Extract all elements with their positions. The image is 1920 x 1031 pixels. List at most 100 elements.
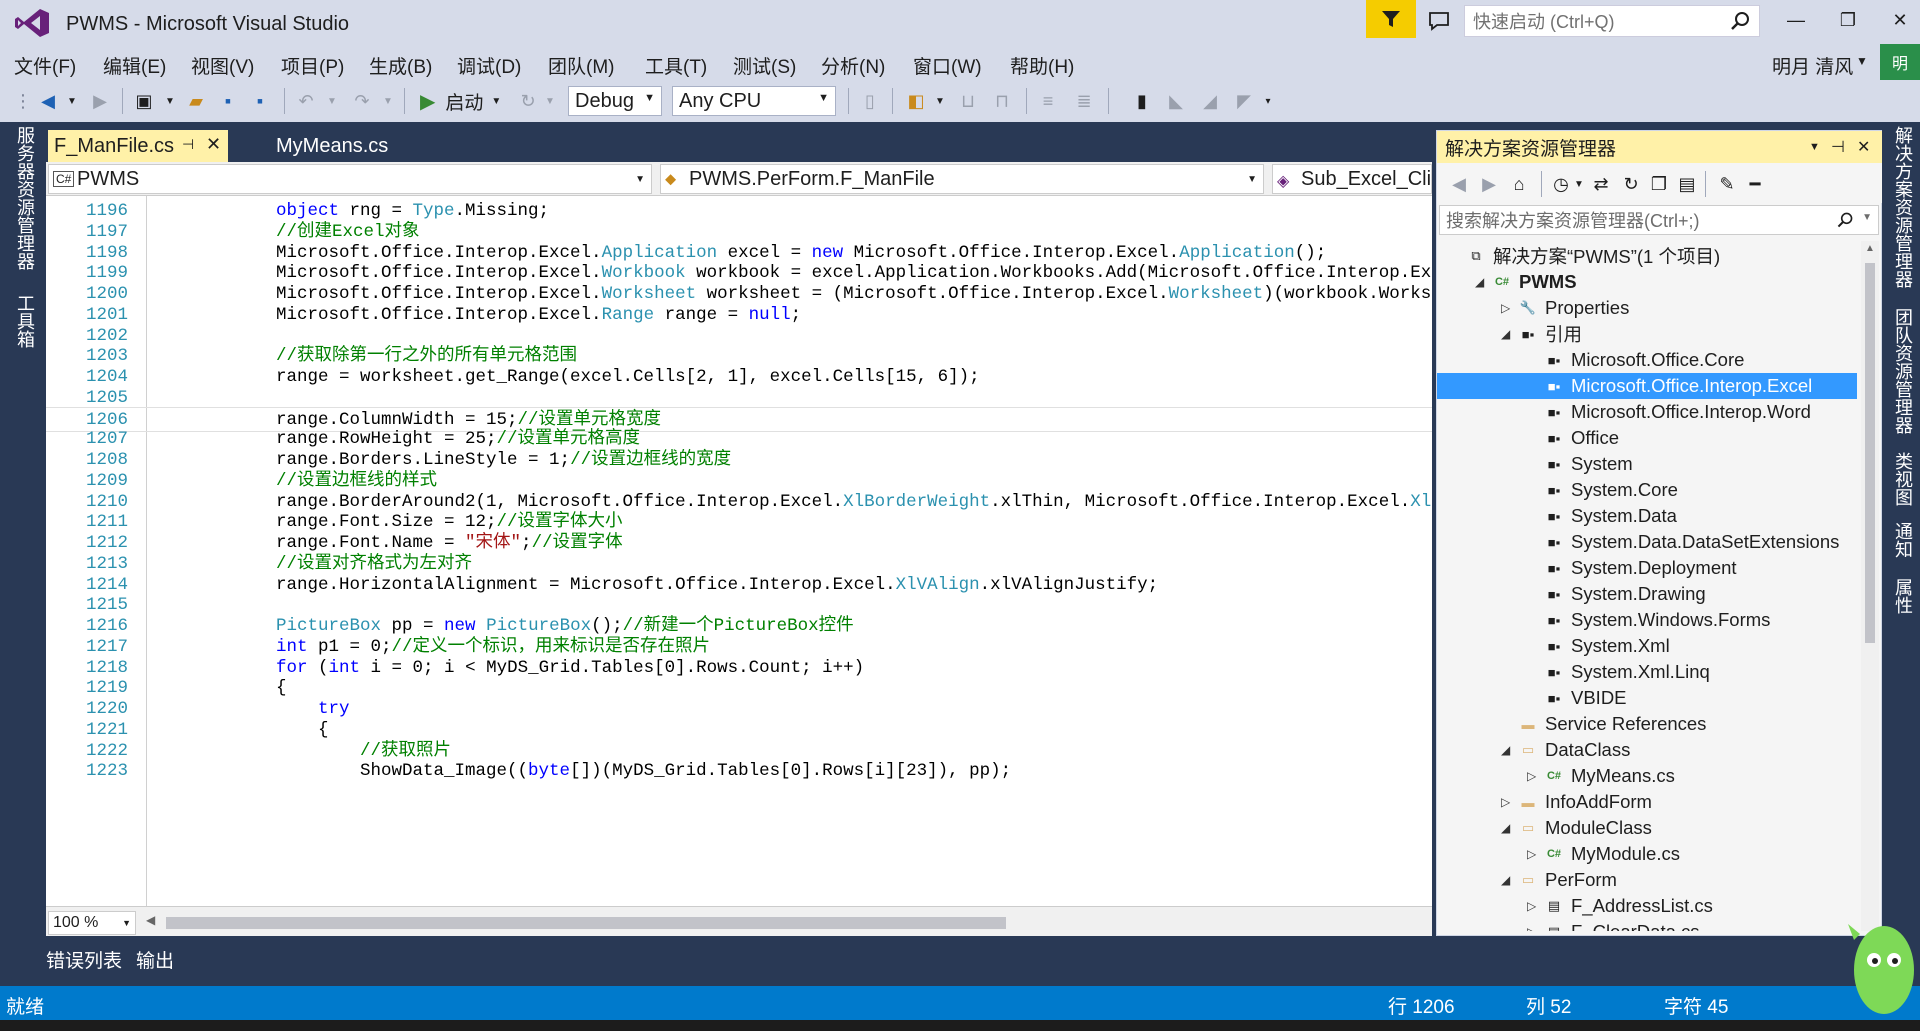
collapsed-arrow-icon[interactable]: ▷ <box>1501 795 1510 809</box>
menu-test[interactable]: 测试(S) <box>733 52 796 79</box>
sync-icon[interactable]: ◷ <box>1549 171 1573 197</box>
tree-item[interactable]: ▷ ▤ F_AddressList.cs <box>1437 893 1857 919</box>
zoom-dropdown[interactable]: 100 % ▼ <box>48 911 136 935</box>
avatar[interactable]: 明 <box>1880 44 1920 80</box>
undo-icon[interactable]: ↶ <box>294 88 318 114</box>
configuration-dropdown[interactable]: Debug ▼ <box>568 86 662 116</box>
vertical-scroll-thumb[interactable] <box>1865 263 1875 643</box>
close-icon[interactable]: ✕ <box>206 134 221 155</box>
refresh-icon[interactable]: ↻ <box>516 88 540 114</box>
feedback-button[interactable] <box>1424 6 1454 36</box>
notification-filter-button[interactable] <box>1366 0 1416 38</box>
menu-view[interactable]: 视图(V) <box>191 52 254 79</box>
tree-item[interactable]: ◢ ▭ PerForm <box>1437 867 1857 893</box>
chevron-down-icon[interactable]: ▼ <box>66 88 78 114</box>
expanded-arrow-icon[interactable]: ◢ <box>1501 327 1510 341</box>
server-explorer-tab[interactable]: 服务器资源管理器 <box>12 126 38 270</box>
pending-changes-icon[interactable]: ⇄ <box>1589 171 1613 197</box>
code-text[interactable]: ShowData_Image((byte[])(MyDS_Grid.Tables… <box>276 759 1011 785</box>
horizontal-scroll-thumb[interactable] <box>166 917 1006 929</box>
collapsed-arrow-icon[interactable]: ▷ <box>1527 925 1536 931</box>
chevron-down-icon[interactable]: ▼ <box>382 88 394 114</box>
minimize-button[interactable]: — <box>1782 6 1810 34</box>
redo-icon[interactable]: ↷ <box>350 88 374 114</box>
tree-item[interactable]: ◢ ■▪ 引用 <box>1437 321 1857 347</box>
toolbox-tab[interactable]: 工具箱 <box>12 294 38 348</box>
restore-button[interactable]: ❐ <box>1834 6 1862 34</box>
tree-item[interactable]: ■▪ System.Data.DataSetExtensions <box>1437 529 1857 555</box>
pin-icon[interactable]: ⊣ <box>1831 137 1845 157</box>
platform-dropdown[interactable]: Any CPU ▼ <box>672 86 836 116</box>
solution-explorer-tab[interactable]: 解决方案资源管理器 <box>1890 126 1916 288</box>
menu-build[interactable]: 生成(B) <box>369 52 432 79</box>
tree-item[interactable]: ▬ Service References <box>1437 711 1857 737</box>
tree-item[interactable]: ■▪ System.Deployment <box>1437 555 1857 581</box>
back-icon[interactable]: ◀ <box>1447 171 1471 197</box>
uncomment-icon[interactable]: ≣ <box>1072 88 1096 114</box>
save-icon[interactable]: ▪ <box>216 88 240 114</box>
tree-item[interactable]: ▷ ▬ InfoAddForm <box>1437 789 1857 815</box>
menu-edit[interactable]: 编辑(E) <box>103 52 166 79</box>
expanded-arrow-icon[interactable]: ◢ <box>1501 873 1510 887</box>
chevron-down-icon[interactable]: ▼ <box>164 88 176 114</box>
expanded-arrow-icon[interactable]: ◢ <box>1501 821 1510 835</box>
home-icon[interactable]: ⌂ <box>1507 171 1531 197</box>
menu-project[interactable]: 项目(P) <box>281 52 344 79</box>
member-dropdown[interactable]: ◈ Sub_Excel_Click <box>1272 164 1432 194</box>
forward-icon[interactable]: ▶ <box>1477 171 1501 197</box>
properties-wrench-icon[interactable]: ✎ <box>1715 171 1739 197</box>
tree-item[interactable]: ▷ ▤ F_ClearData.cs <box>1437 919 1857 931</box>
toolbar-overflow-icon[interactable]: ▾ <box>1262 88 1274 114</box>
layout-icon[interactable]: ⊔ <box>956 88 980 114</box>
class-dropdown[interactable]: ⬥ PWMS.PerForm.F_ManFile ▼ <box>660 164 1264 194</box>
collapse-all-icon[interactable]: ❐ <box>1647 171 1671 197</box>
user-name[interactable]: 明月 清风 <box>1772 52 1853 79</box>
chevron-down-icon[interactable]: ▼ <box>1856 54 1868 68</box>
expanded-arrow-icon[interactable]: ◢ <box>1475 275 1484 289</box>
close-window-button[interactable]: ✕ <box>1886 6 1914 34</box>
solution-tree[interactable]: ⧉ 解决方案“PWMS”(1 个项目) ◢ C# PWMS ▷ 🔧 Properties ◢ ■▪… <box>1437 241 1857 931</box>
project-dropdown[interactable]: C# PWMS ▼ <box>48 164 652 194</box>
menu-analyze[interactable]: 分析(N) <box>821 52 885 79</box>
chevron-down-icon[interactable]: ▼ <box>326 88 338 114</box>
tree-item[interactable]: ◢ ▭ DataClass <box>1437 737 1857 763</box>
chevron-down-icon[interactable]: ▼ <box>1809 141 1820 153</box>
tree-item[interactable]: ■▪ System.Core <box>1437 477 1857 503</box>
menu-help[interactable]: 帮助(H) <box>1010 52 1074 79</box>
bookmark-icon[interactable]: ▮ <box>1130 88 1154 114</box>
menu-file[interactable]: 文件(F) <box>14 52 76 79</box>
tree-item[interactable]: ■▪ Microsoft.Office.Core <box>1437 347 1857 373</box>
tree-item[interactable]: ■▪ System.Data <box>1437 503 1857 529</box>
menu-team[interactable]: 团队(M) <box>548 52 614 79</box>
code-editor[interactable]: 1196 object rng = Type.Missing; 1197//创建Ex… <box>46 196 1432 906</box>
tree-item[interactable]: ■▪ VBIDE <box>1437 685 1857 711</box>
menu-window[interactable]: 窗口(W) <box>913 52 982 79</box>
clear-bookmarks-icon[interactable]: ◤ <box>1232 88 1256 114</box>
tree-item[interactable]: ⧉ 解决方案“PWMS”(1 个项目) <box>1437 243 1857 269</box>
quick-launch-input[interactable]: 快速启动 (Ctrl+Q) <box>1464 5 1760 37</box>
open-file-icon[interactable]: ▰ <box>184 88 208 114</box>
tree-item[interactable]: ■▪ System.Xml.Linq <box>1437 659 1857 685</box>
attach-icon[interactable]: ▯ <box>858 88 882 114</box>
pin-icon[interactable]: ⊣ <box>182 136 194 153</box>
tree-item[interactable]: ▷ C# MyMeans.cs <box>1437 763 1857 789</box>
collapsed-arrow-icon[interactable]: ▷ <box>1527 899 1536 913</box>
forward-icon[interactable]: ▶ <box>88 88 112 114</box>
tree-item[interactable]: ■▪ Office <box>1437 425 1857 451</box>
collapsed-arrow-icon[interactable]: ▷ <box>1501 301 1510 315</box>
tree-item[interactable]: ■▪ Microsoft.Office.Interop.Excel <box>1437 373 1857 399</box>
tree-item[interactable]: ▷ C# MyModule.cs <box>1437 841 1857 867</box>
refresh-icon[interactable]: ↻ <box>1619 171 1643 197</box>
tree-item[interactable]: ■▪ System.Drawing <box>1437 581 1857 607</box>
tab-error-list[interactable]: 错误列表 <box>46 946 122 973</box>
tab-output[interactable]: 输出 <box>136 946 174 973</box>
tab-f-manfile[interactable]: F_ManFile.cs ⊣ ✕ <box>48 130 228 162</box>
tree-item[interactable]: ■▪ System.Xml <box>1437 633 1857 659</box>
tree-item[interactable]: ■▪ System <box>1437 451 1857 477</box>
editor-horizontal-scrollbar[interactable]: 100 % ▼ ◀ <box>46 906 1432 936</box>
chevron-down-icon[interactable]: ▼ <box>934 88 946 114</box>
next-bookmark-icon[interactable]: ◢ <box>1198 88 1222 114</box>
layout2-icon[interactable]: ⊓ <box>990 88 1014 114</box>
collapsed-arrow-icon[interactable]: ▷ <box>1527 769 1536 783</box>
preview-icon[interactable]: ━ <box>1743 171 1767 197</box>
